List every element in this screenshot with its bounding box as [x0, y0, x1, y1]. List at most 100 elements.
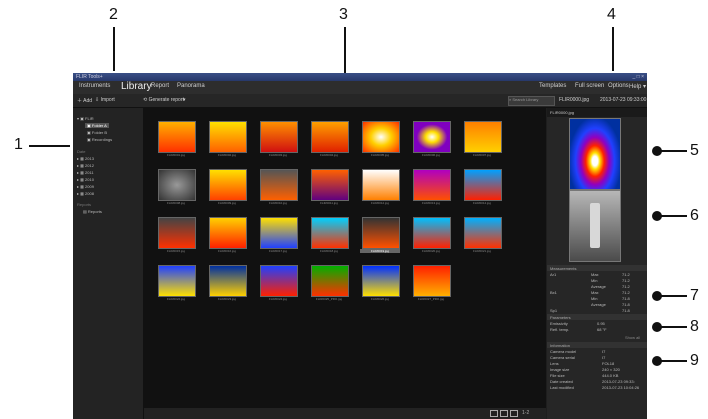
large-view-icon[interactable]	[510, 410, 518, 417]
callout-line-4	[612, 27, 614, 71]
thumbnail[interactable]: FLIR0024.jpg	[258, 265, 298, 302]
parameters-heading[interactable]: Parameters	[547, 314, 647, 320]
window-controls[interactable]: _ □ ×	[633, 74, 645, 80]
menu-help[interactable]: Help ▾	[629, 83, 646, 90]
search-input[interactable]: ⌕ Search Library	[508, 96, 555, 106]
information-heading[interactable]: Information	[547, 342, 647, 348]
thumbnail[interactable]: FLIR0026.jpg	[360, 265, 400, 302]
sidebar-year[interactable]: ▸ ▦ 2013	[77, 156, 94, 161]
menu-library[interactable]: Library	[121, 81, 152, 92]
callout-dot-5	[652, 146, 662, 156]
parameter-row: Refl. temp. 68 °F	[547, 327, 647, 333]
sidebar-year[interactable]: ▸ ▦ 2011	[77, 170, 94, 175]
menu-panorama[interactable]: Panorama	[177, 83, 205, 89]
thumbnail[interactable]: FLIR0013.jpg	[411, 169, 451, 206]
menu-report[interactable]: Report	[151, 83, 169, 89]
import-label: Import	[100, 97, 115, 103]
sidebar-root[interactable]: ▾ ▣ FLIR	[77, 116, 94, 121]
callout-7: 7	[690, 287, 699, 304]
add-button[interactable]: ＋ Add	[77, 97, 92, 104]
thumbnail-caption: FLIR0027_PRO.jpg	[417, 297, 445, 301]
parameters-show-all[interactable]: Show all	[547, 335, 647, 341]
thumbnail-caption: FLIR0013.jpg	[421, 201, 440, 205]
sidebar-year[interactable]: ▸ ▦ 2009	[77, 184, 94, 189]
sidebar-year[interactable]: ▸ ▦ 2010	[77, 177, 94, 182]
measurement-value: 71.8	[622, 296, 630, 301]
list-view-icon[interactable]	[490, 410, 498, 417]
thumbnail-caption: FLIR0003.jpg	[268, 153, 287, 157]
information-title: Information	[550, 343, 571, 348]
show-all-link[interactable]: Show all	[625, 335, 640, 340]
thumbnail[interactable]: FLIR0011.jpg	[309, 169, 349, 206]
thumbnail-caption: FLIR0007.jpg	[472, 153, 491, 157]
thumbnail[interactable]: FLIR0023.jpg	[207, 265, 247, 302]
thumbnail[interactable]: FLIR0007.jpg	[462, 121, 502, 158]
sidebar-date-heading: Date	[77, 149, 86, 154]
menu-templates[interactable]: Templates	[539, 83, 566, 89]
thumbnail-image	[464, 217, 502, 249]
thumbnail[interactable]: FLIR0004.jpg	[309, 121, 349, 158]
thumbnail[interactable]: FLIR0018.jpg	[309, 217, 349, 254]
thumbnail[interactable]: FLIR0010.jpg	[258, 169, 298, 206]
callout-9: 9	[690, 352, 699, 369]
sidebar-year-label: 2012	[85, 163, 94, 168]
thumbnail-image	[209, 121, 247, 153]
import-button[interactable]: ⇩ Import	[95, 97, 115, 103]
measurements-heading[interactable]: Measurements	[547, 265, 647, 271]
thumbnail-image	[260, 217, 298, 249]
sidebar-year[interactable]: ▸ ▦ 2012	[77, 163, 94, 168]
thumbnail[interactable]: FLIR0019.jpg	[360, 217, 400, 254]
thumbnail[interactable]: FLIR0020.jpg	[411, 217, 451, 254]
thumbnail-caption: FLIR0009.jpg	[217, 201, 236, 205]
thumbnail[interactable]: FLIR0017.jpg	[258, 217, 298, 254]
measurement-stat: Min	[591, 296, 598, 301]
generate-report-dropdown[interactable]: ▾	[183, 97, 186, 103]
thumbnail[interactable]: FLIR0027_PRO.jpg	[411, 265, 451, 302]
visual-preview[interactable]	[569, 190, 621, 262]
thumbnail[interactable]: FLIR0012.jpg	[360, 169, 400, 206]
measurement-value: 71.2	[622, 284, 630, 289]
thumbnail[interactable]: FLIR0005.jpg	[360, 121, 400, 158]
information-value: 2013-07-23 10:04:26	[602, 385, 640, 390]
thumbnail[interactable]: FLIR0016.jpg	[207, 217, 247, 254]
parameter-value: 68 °F	[597, 327, 607, 332]
sidebar-recordings[interactable]: ▣ Recordings	[87, 137, 112, 142]
thumbnail[interactable]: FLIR0009.jpg	[207, 169, 247, 206]
thumbnail[interactable]: FLIR0001.jpg	[156, 121, 196, 158]
generate-report-button[interactable]: ⟲ Generate report	[143, 97, 184, 103]
view-size-label[interactable]: 1-2	[522, 410, 529, 416]
thermal-preview[interactable]	[569, 118, 621, 190]
parameter-label: Refl. temp.	[550, 327, 570, 332]
thumbnail[interactable]: FLIR0021.jpg	[462, 217, 502, 254]
sidebar-folder-b[interactable]: ▣ Folder B	[87, 130, 107, 135]
thumbnail[interactable]: FLIR0006.jpg	[411, 121, 451, 158]
grid-view-icon[interactable]	[500, 410, 508, 417]
thumbnail-caption: FLIR0012.jpg	[370, 201, 389, 205]
thumbnail-image	[209, 217, 247, 249]
callout-5: 5	[690, 142, 699, 159]
thumbnail-image	[158, 217, 196, 249]
sidebar-year[interactable]: ▸ ▦ 2008	[77, 191, 94, 196]
thumbnail[interactable]: FLIR0025_PRO.jpg	[309, 265, 349, 302]
thumbnail-image	[260, 121, 298, 153]
sidebar-reports[interactable]: ▤ Reports	[83, 209, 102, 214]
thumbnail[interactable]: FLIR0014.jpg	[462, 169, 502, 206]
thumbnail[interactable]: FLIR0003.jpg	[258, 121, 298, 158]
sidebar-folder-a[interactable]: ▣ Folder A	[85, 123, 109, 128]
menu-options[interactable]: Options	[608, 83, 629, 89]
measurement-value: 71.2	[622, 272, 630, 277]
thumbnail-image	[209, 265, 247, 297]
menu-fullscreen[interactable]: Full screen	[575, 83, 604, 89]
thumbnail[interactable]: FLIR0002.jpg	[207, 121, 247, 158]
sidebar-year-label: 2008	[85, 191, 94, 196]
thumbnail-caption: FLIR0005.jpg	[370, 153, 389, 157]
menu-instruments[interactable]: Instruments	[79, 83, 110, 89]
thumbnail-image	[362, 121, 400, 153]
information-value: 240 × 320	[602, 367, 620, 372]
thumbnail-image	[362, 169, 400, 201]
information-value: FOL18	[602, 361, 615, 366]
thumbnail[interactable]: FLIR0008.jpg	[156, 169, 196, 206]
information-label: Lens	[550, 361, 559, 366]
thumbnail[interactable]: FLIR0022.jpg	[156, 265, 196, 302]
thumbnail[interactable]: FLIR0015.jpg	[156, 217, 196, 254]
